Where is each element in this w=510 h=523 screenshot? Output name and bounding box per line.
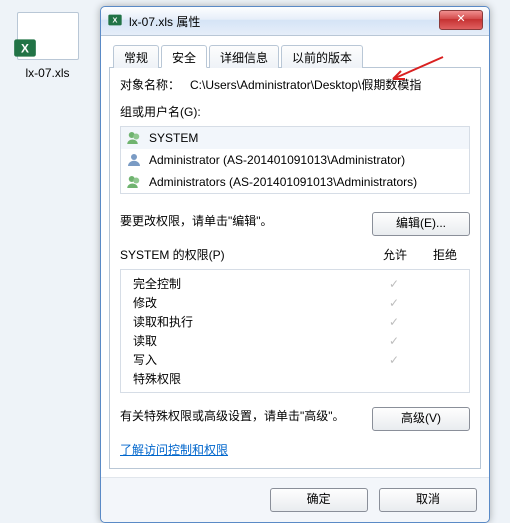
check-icon: ✓	[369, 315, 419, 329]
perm-full: 完全控制	[133, 275, 369, 292]
check-icon: ✓	[369, 277, 419, 291]
group-users-list[interactable]: SYSTEM Administrator (AS-201401091013\Ad…	[120, 126, 470, 194]
titlebar[interactable]: X lx-07.xls 属性 ✕	[101, 7, 489, 36]
advanced-button[interactable]: 高级(V)	[372, 407, 470, 431]
svg-text:X: X	[113, 15, 118, 24]
permissions-header: SYSTEM 的权限(P)	[120, 246, 370, 263]
check-icon: ✓	[369, 353, 419, 367]
user-administrators[interactable]: Administrators (AS-201401091013\Administ…	[121, 171, 469, 193]
close-button[interactable]: ✕	[439, 10, 483, 30]
check-icon: ✓	[369, 296, 419, 310]
allow-header: 允许	[370, 246, 420, 263]
ok-button[interactable]: 确定	[270, 488, 368, 512]
tab-strip: 常规 安全 详细信息 以前的版本	[109, 44, 481, 68]
properties-dialog: X lx-07.xls 属性 ✕ 常规 安全 详细信息 以前的版本 对象名称： …	[100, 6, 490, 523]
perm-modify: 修改	[133, 294, 369, 311]
tab-security[interactable]: 安全	[161, 45, 207, 68]
dialog-title: lx-07.xls 属性	[129, 13, 200, 30]
edit-note: 要更改权限，请单击"编辑"。	[120, 214, 273, 228]
object-path: C:\Users\Administrator\Desktop\假期数模指	[190, 76, 470, 93]
object-name-label: 对象名称：	[120, 76, 190, 93]
edit-button[interactable]: 编辑(E)...	[372, 212, 470, 236]
check-icon: ✓	[369, 334, 419, 348]
deny-header: 拒绝	[420, 246, 470, 263]
advanced-note: 有关特殊权限或高级设置，请单击"高级"。	[120, 407, 372, 424]
excel-icon: X	[107, 12, 123, 31]
perm-write: 写入	[133, 351, 369, 368]
svg-text:X: X	[21, 41, 29, 55]
excel-thumbnail: X	[17, 12, 79, 60]
perm-read: 读取	[133, 332, 369, 349]
perm-special: 特殊权限	[133, 370, 369, 387]
desktop-file-label: lx-07.xls	[10, 66, 85, 80]
security-panel: 对象名称： C:\Users\Administrator\Desktop\假期数…	[109, 68, 481, 469]
tab-details[interactable]: 详细信息	[209, 45, 279, 68]
learn-link[interactable]: 了解访问控制和权限	[120, 441, 228, 458]
permissions-grid: 完全控制✓ 修改✓ 读取和执行✓ 读取✓ 写入✓ 特殊权限	[120, 269, 470, 393]
tab-general[interactable]: 常规	[113, 45, 159, 68]
user-system[interactable]: SYSTEM	[121, 127, 469, 149]
user-administrator[interactable]: Administrator (AS-201401091013\Administr…	[121, 149, 469, 171]
perm-readexec: 读取和执行	[133, 313, 369, 330]
desktop-file-icon[interactable]: X lx-07.xls	[10, 12, 85, 80]
tab-previous[interactable]: 以前的版本	[281, 45, 363, 68]
group-users-label: 组或用户名(G):	[120, 103, 470, 120]
cancel-button[interactable]: 取消	[379, 488, 477, 512]
dialog-footer: 确定 取消	[101, 477, 489, 522]
